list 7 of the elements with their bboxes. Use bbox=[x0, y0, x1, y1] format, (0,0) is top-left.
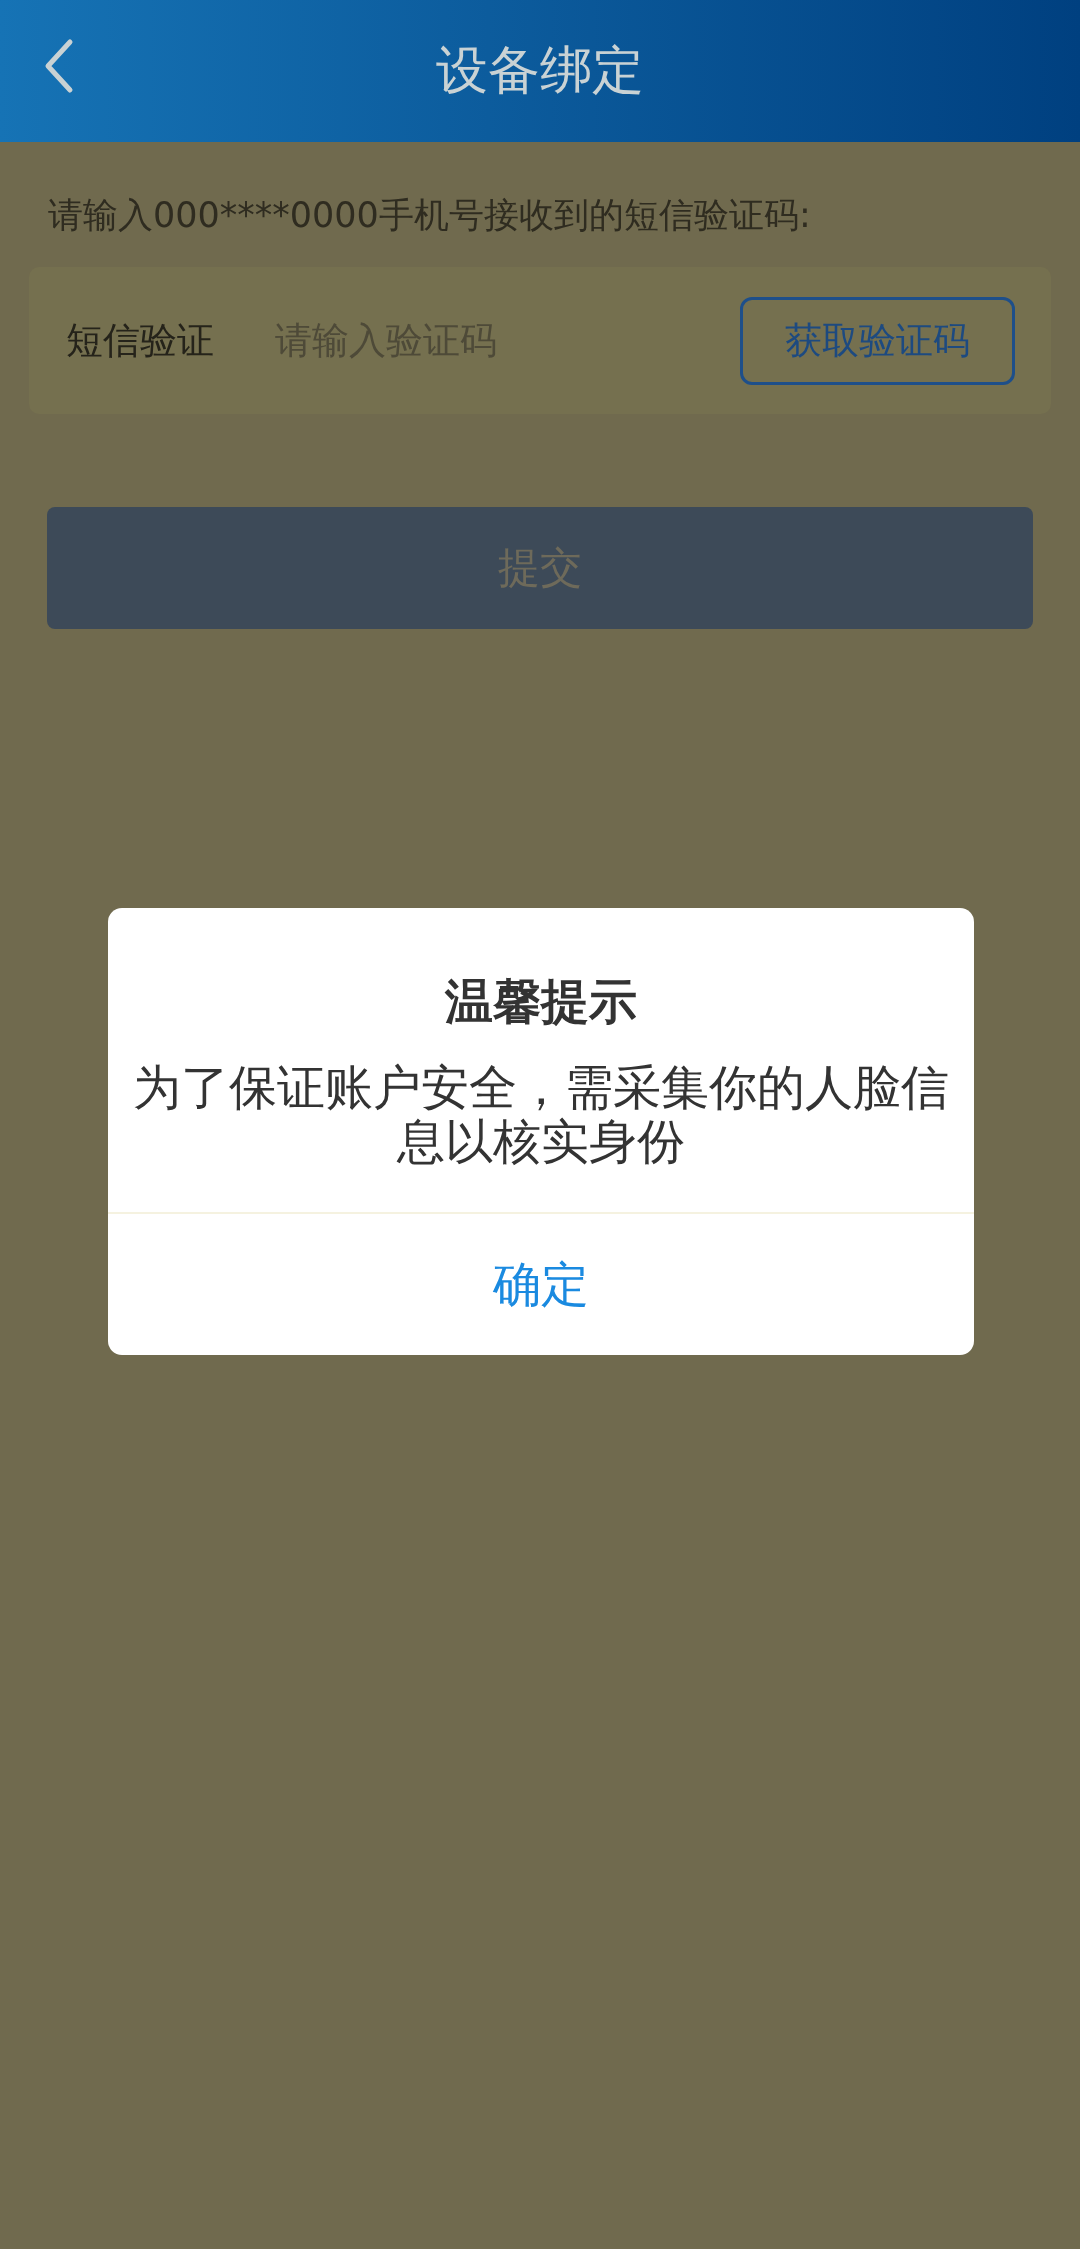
sms-hint: 请输入000****0000手机号接收到的短信验证码: bbox=[48, 194, 812, 237]
field-label: 短信验证 bbox=[66, 317, 215, 364]
page-title: 设备绑定 bbox=[436, 39, 644, 102]
get-code-button[interactable]: 获取验证码 bbox=[740, 296, 1015, 385]
dialog-message: 为了保证账户安全，需采集你的人脸信息以核实身份 bbox=[132, 1060, 950, 1168]
confirm-button[interactable]: 确定 bbox=[108, 1212, 974, 1355]
dialog-title: 温馨提示 bbox=[445, 972, 637, 1031]
